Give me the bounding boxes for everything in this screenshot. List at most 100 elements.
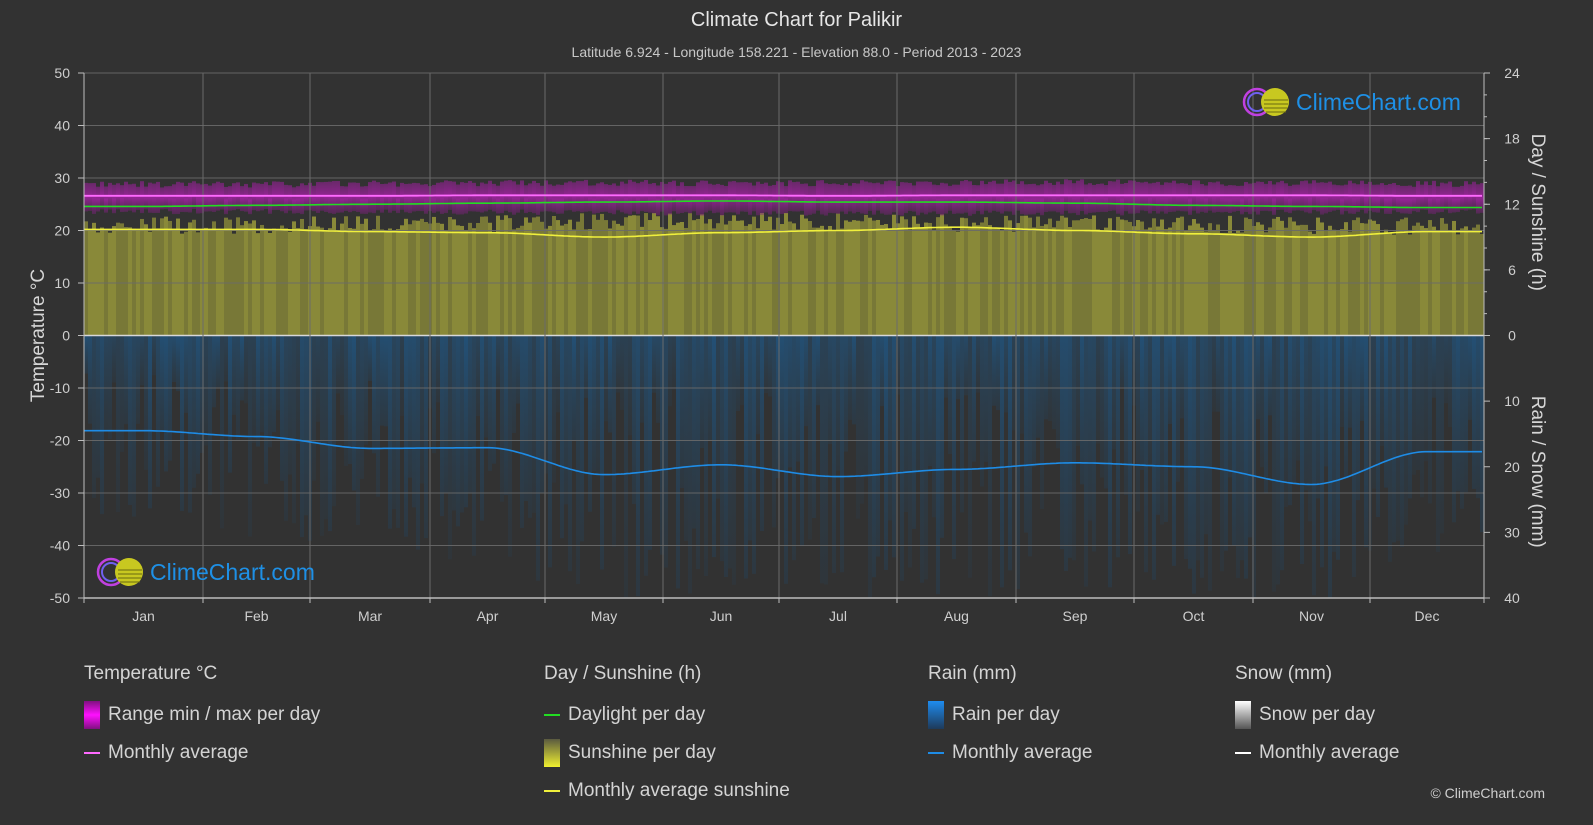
left-tick-label: -20	[50, 433, 70, 449]
rain-day-bar	[400, 335, 404, 416]
temp-range-day-bar	[1040, 184, 1044, 216]
rain-day-bar	[1260, 335, 1264, 468]
legend-item-rain-avg: Monthly average	[928, 739, 1092, 767]
temp-range-day-bar	[480, 182, 484, 213]
rain-day-bar	[568, 335, 572, 572]
rain-day-bar	[1176, 335, 1180, 482]
rain-day-bar	[724, 335, 728, 578]
temp-range-day-bar	[1324, 182, 1328, 214]
sunshine-day-bar	[676, 222, 680, 336]
sunshine-day-bar	[612, 220, 616, 336]
sunshine-day-bar	[1136, 220, 1140, 336]
temp-monthly-average-line	[84, 194, 1482, 197]
temp-range-day-bar	[1208, 182, 1212, 211]
temp-range-day-bar	[620, 181, 624, 213]
temp-range-day-bar	[1308, 183, 1312, 214]
left-tick-label: -50	[50, 590, 70, 606]
temp-range-day-bar	[424, 184, 428, 214]
temp-range-day-bar	[456, 184, 460, 215]
x-tick-label: Oct	[1183, 608, 1205, 624]
sunshine-day-bar	[268, 232, 272, 336]
x-tick-label: Dec	[1415, 608, 1440, 624]
rain-avg-line-icon	[928, 752, 944, 754]
temp-range-day-bar	[340, 186, 344, 213]
rain-day-bar	[840, 335, 844, 573]
copyright[interactable]: © ClimeChart.com	[1430, 785, 1545, 801]
sunshine-day-bar	[208, 229, 212, 336]
temp-range-day-bar	[1172, 180, 1176, 212]
sunshine-day-bar	[1044, 224, 1048, 336]
sunshine-day-bar	[500, 219, 504, 336]
rain-day-bar	[968, 335, 972, 578]
sunshine-day-bar	[704, 223, 708, 336]
temp-range-day-bar	[700, 180, 704, 216]
rain-day-bar	[424, 335, 428, 539]
temp-range-day-bar	[256, 183, 260, 212]
rain-day-bar	[904, 335, 908, 513]
rain-day-bar	[960, 335, 964, 513]
rain-day-bar	[368, 335, 372, 381]
rain-day-bar	[132, 335, 136, 517]
rain-day-bar	[652, 335, 656, 393]
sunshine-day-bar	[1052, 227, 1056, 336]
left-tick-label: -30	[50, 485, 70, 501]
sunshine-day-bar	[84, 221, 88, 336]
right-bottom-tick-label: 10	[1504, 393, 1520, 409]
sunshine-day-bar	[116, 222, 120, 336]
sunshine-day-bar	[564, 223, 568, 336]
legend-temperature-title: Temperature °C	[84, 663, 218, 684]
sunshine-day-bar	[668, 213, 672, 336]
rain-day-bar	[1360, 335, 1364, 421]
right-bottom-tick-label: 40	[1504, 590, 1520, 606]
temp-range-day-bar	[932, 184, 936, 212]
temp-range-day-bar	[1156, 181, 1160, 214]
temp-range-day-bar	[168, 186, 172, 212]
legend-label: Daylight per day	[568, 704, 706, 725]
rain-day-bar	[208, 335, 212, 495]
temp-range-day-bar	[552, 185, 556, 213]
temp-range-day-bar	[1024, 184, 1028, 215]
rain-day-bar	[136, 335, 140, 424]
temp-range-day-bar	[1000, 183, 1004, 214]
rain-day-bar	[412, 335, 416, 508]
rain-day-bar	[492, 335, 496, 464]
sunshine-day-bar	[316, 226, 320, 336]
sunshine-day-bar	[904, 219, 908, 336]
temp-range-day-bar	[784, 186, 788, 214]
logo-bottom-left[interactable]: ClimeChart.com	[96, 556, 315, 588]
temp-range-day-bar	[728, 181, 732, 213]
temp-range-day-bar	[880, 184, 884, 214]
rain-day-bar	[1116, 335, 1120, 558]
legend-item-temp-avg: Monthly average	[84, 739, 320, 767]
rain-day-bar	[348, 335, 352, 465]
sunshine-day-bar	[684, 227, 688, 336]
rain-day-bar	[624, 335, 628, 598]
temp-range-day-bar	[1152, 182, 1156, 212]
logo-top-right[interactable]: ClimeChart.com	[1242, 86, 1461, 118]
left-tick-label: 40	[54, 118, 70, 134]
rain-day-bar	[556, 335, 560, 413]
temp-range-day-bar	[156, 181, 160, 213]
rain-day-bar	[540, 335, 544, 494]
rain-day-bar	[388, 335, 392, 529]
sunshine-day-bar	[616, 223, 620, 336]
sunshine-day-bar	[1296, 225, 1300, 336]
sunshine-day-bar	[296, 228, 300, 336]
rain-day-bar	[96, 335, 100, 478]
rain-day-bar	[580, 335, 584, 542]
rain-day-bar	[464, 335, 468, 508]
legend-item-daylight: Daylight per day	[544, 701, 790, 729]
rain-day-bar	[1364, 335, 1368, 548]
sunshine-day-bar	[736, 220, 740, 336]
temp-range-day-bar	[296, 186, 300, 214]
rain-day-bar	[1060, 335, 1064, 550]
rain-day-bar	[296, 335, 300, 444]
sunshine-day-bar	[984, 217, 988, 336]
temp-range-day-bar	[708, 183, 712, 211]
sunshine-day-bar	[1012, 231, 1016, 336]
sunshine-day-bar	[1292, 221, 1296, 336]
rain-day-bar	[92, 335, 96, 498]
temp-range-day-bar	[928, 181, 932, 213]
sunshine-day-bar	[400, 225, 404, 336]
legend-rain: Rain (mm) Rain per day Monthly average	[928, 663, 1092, 777]
